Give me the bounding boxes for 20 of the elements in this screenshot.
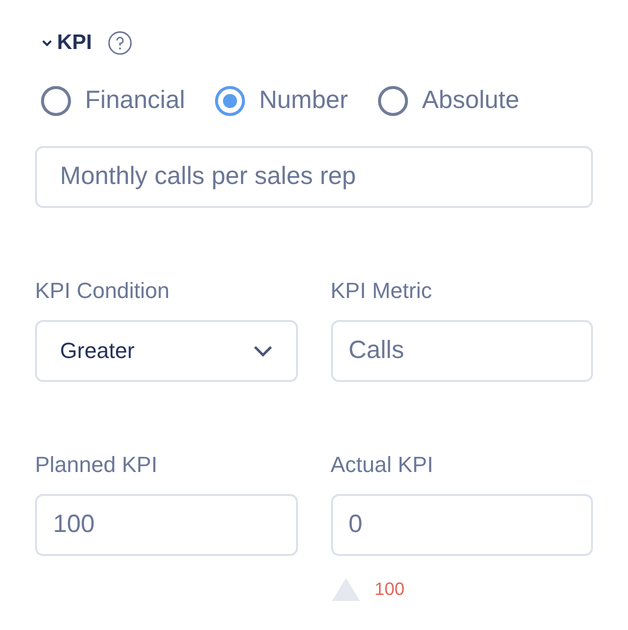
kpi-name-field[interactable]: Monthly calls per sales rep [35,146,593,208]
radio-label: Number [259,85,348,116]
help-icon[interactable] [108,31,132,55]
radio-label: Absolute [422,85,520,116]
chevron-down-icon [252,344,272,358]
text-field[interactable]: Calls [330,320,593,382]
text-field[interactable]: 0 [330,494,593,556]
field-label: KPI Metric [330,278,433,304]
field-label: Actual KPI [330,452,434,478]
text-field[interactable]: 100 [35,494,298,556]
radio-button[interactable] [215,86,246,116]
radio-button[interactable] [41,86,71,116]
section-title: KPI [57,30,92,56]
delta-value: 100 [374,578,405,600]
condition-dropdown[interactable]: Greater [35,320,298,382]
radio-button[interactable] [378,86,408,116]
radio-label: Financial [85,85,186,116]
triangle-icon [330,576,360,602]
field-label: KPI Condition [35,278,171,304]
field-label: Planned KPI [35,452,158,478]
